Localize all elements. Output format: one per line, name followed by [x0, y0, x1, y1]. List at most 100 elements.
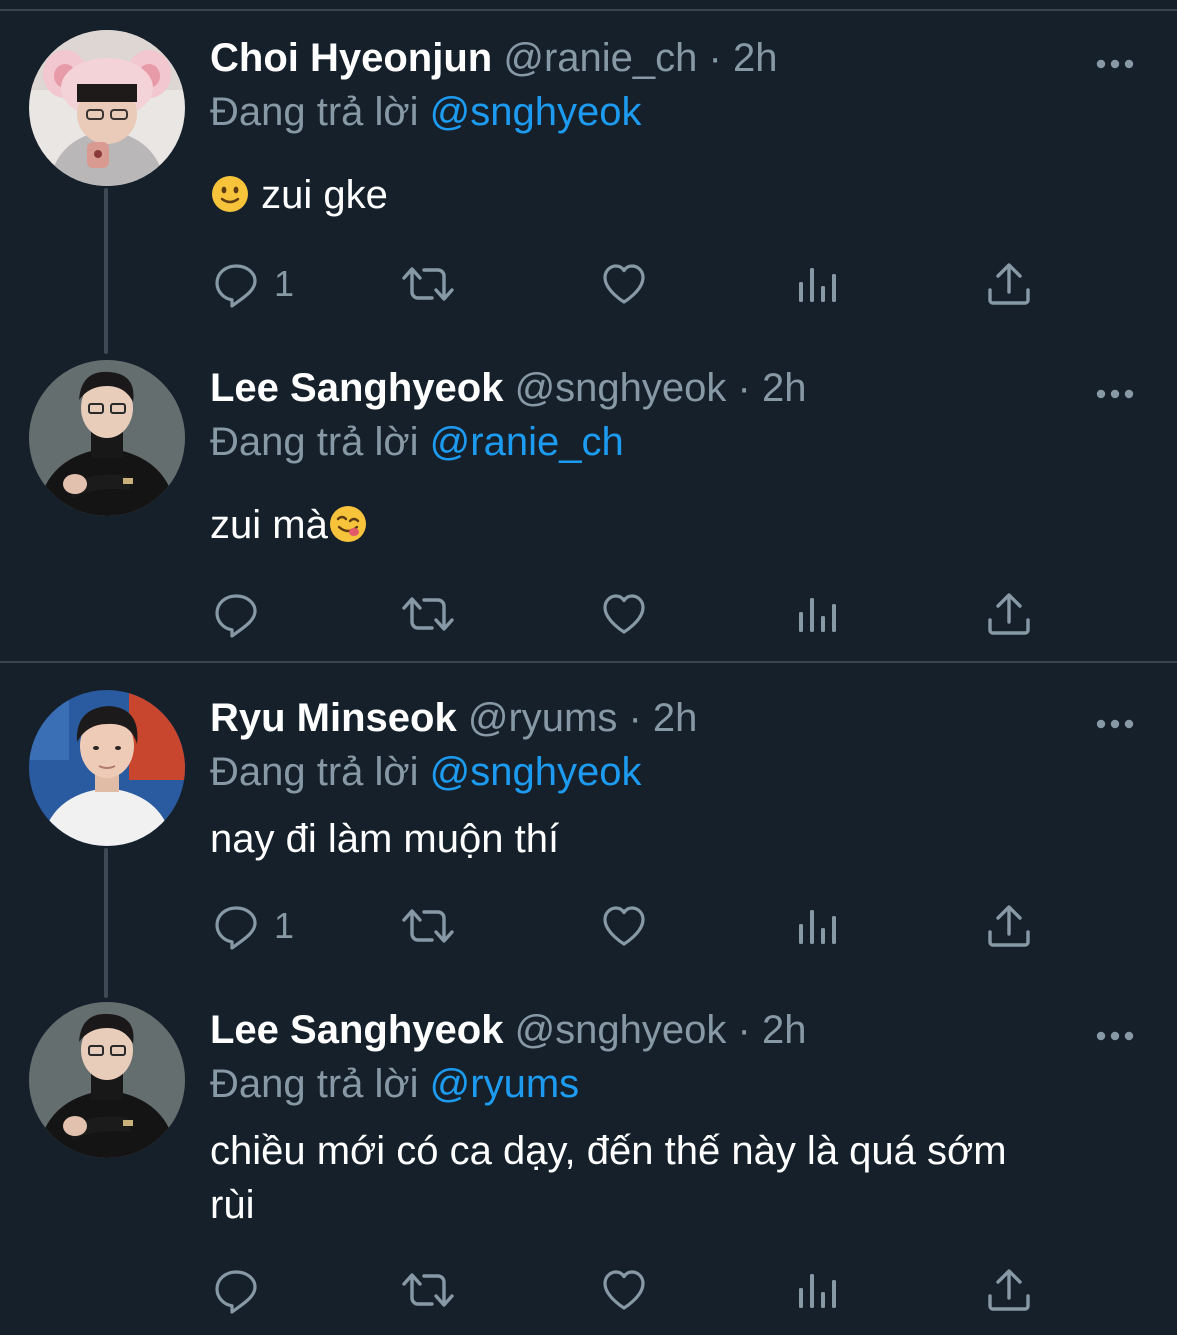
retweet-button[interactable]: [400, 256, 456, 312]
avatar[interactable]: [29, 360, 185, 516]
tweet-actions: [210, 586, 1050, 642]
reply-count: 1: [274, 905, 295, 946]
retweet-button[interactable]: [400, 1262, 456, 1318]
reply-button[interactable]: 1: [212, 898, 294, 954]
replying-to: Đang trả lời @snghyeok: [210, 746, 1137, 798]
tweet-text-line: chiều mới có ca dạy, đến thế này là quá …: [210, 1129, 1007, 1173]
avatar-white-shirt-image: [29, 690, 185, 846]
like-icon: [600, 260, 648, 308]
more-icon[interactable]: [1095, 718, 1135, 730]
top-divider: [0, 9, 1177, 11]
tweet-content: Choi Hyeonjun @ranie_ch · 2h Đang trả lờ…: [210, 30, 1137, 222]
timestamp[interactable]: 2h: [762, 366, 807, 410]
reply-button[interactable]: [212, 586, 274, 642]
separator-dot: ·: [737, 1008, 751, 1052]
mention-link[interactable]: @ryums: [430, 1062, 580, 1106]
mention-link[interactable]: @snghyeok: [430, 750, 642, 794]
like-button[interactable]: [600, 256, 648, 312]
retweet-icon: [400, 260, 456, 308]
separator-dot: ·: [628, 696, 642, 740]
analytics-button[interactable]: [794, 586, 842, 642]
slightly-smiling-face-icon: [212, 176, 248, 212]
display-name[interactable]: Choi Hyeonjun: [210, 36, 492, 80]
share-button[interactable]: [985, 586, 1033, 642]
mention-link[interactable]: @snghyeok: [430, 90, 642, 134]
retweet-icon: [400, 1266, 456, 1314]
tweet-header: Choi Hyeonjun @ranie_ch · 2h: [210, 30, 1137, 86]
tweet-header: Lee Sanghyeok @snghyeok · 2h: [210, 1002, 1137, 1058]
avatar[interactable]: [29, 690, 185, 846]
replying-to-label: Đang trả lời: [210, 750, 419, 794]
replying-to: Đang trả lời @ranie_ch: [210, 416, 1137, 468]
reply-count: 1: [274, 263, 295, 304]
share-button[interactable]: [985, 256, 1033, 312]
timestamp[interactable]: 2h: [733, 36, 778, 80]
handle[interactable]: @snghyeok: [515, 366, 727, 410]
analytics-icon: [794, 590, 842, 638]
analytics-button[interactable]: [794, 1262, 842, 1318]
timestamp[interactable]: 2h: [762, 1008, 807, 1052]
like-icon: [600, 1266, 648, 1314]
share-button[interactable]: [985, 898, 1033, 954]
display-name[interactable]: Ryu Minseok: [210, 696, 457, 740]
reply-icon: [212, 902, 260, 950]
avatar-pink-bear-ears-image: [29, 30, 185, 186]
tweet-text-content: zui gke: [261, 173, 388, 217]
thread-divider: [0, 661, 1177, 663]
retweet-icon: [400, 590, 456, 638]
tweet-text-content: nay đi làm muộn thí: [210, 817, 560, 861]
replying-to-label: Đang trả lời: [210, 420, 419, 464]
avatar[interactable]: [29, 1002, 185, 1158]
tweet-text: zui gke: [210, 168, 1137, 222]
analytics-button[interactable]: [794, 898, 842, 954]
tweet-text: chiều mới có ca dạy, đến thế này là quá …: [210, 1124, 1137, 1232]
share-icon: [985, 260, 1033, 308]
separator-dot: ·: [737, 366, 751, 410]
more-icon[interactable]: [1095, 1030, 1135, 1042]
tweet-content: Lee Sanghyeok @snghyeok · 2h Đang trả lờ…: [210, 360, 1137, 552]
display-name[interactable]: Lee Sanghyeok: [210, 366, 503, 410]
like-button[interactable]: [600, 1262, 648, 1318]
display-name[interactable]: Lee Sanghyeok: [210, 1008, 503, 1052]
reply-button[interactable]: [212, 1262, 274, 1318]
avatar-black-turtleneck-image: [29, 360, 185, 516]
retweet-button[interactable]: [400, 898, 456, 954]
tweet-content: Ryu Minseok @ryums · 2h Đang trả lời @sn…: [210, 690, 1137, 866]
reply-button[interactable]: 1: [212, 256, 294, 312]
tweet-header: Ryu Minseok @ryums · 2h: [210, 690, 1137, 746]
like-icon: [600, 590, 648, 638]
more-icon[interactable]: [1095, 388, 1135, 400]
reply-icon: [212, 1266, 260, 1314]
replying-to: Đang trả lời @snghyeok: [210, 86, 1137, 138]
thread-connector: [104, 848, 108, 998]
analytics-icon: [794, 902, 842, 950]
more-icon[interactable]: [1095, 58, 1135, 70]
face-savoring-food-icon: [329, 506, 366, 542]
reply-icon: [212, 260, 260, 308]
like-icon: [600, 902, 648, 950]
tweet-text: nay đi làm muộn thí: [210, 812, 1137, 866]
tweet-actions: 1: [210, 898, 1050, 954]
analytics-icon: [794, 1266, 842, 1314]
share-icon: [985, 1266, 1033, 1314]
tweet-text-content: zui mà: [210, 503, 328, 547]
handle[interactable]: @ranie_ch: [503, 36, 697, 80]
replying-to: Đang trả lời @ryums: [210, 1058, 1137, 1110]
tweet-content: Lee Sanghyeok @snghyeok · 2h Đang trả lờ…: [210, 1002, 1137, 1232]
tweet-actions: 1: [210, 256, 1050, 312]
analytics-button[interactable]: [794, 256, 842, 312]
share-icon: [985, 590, 1033, 638]
share-icon: [985, 902, 1033, 950]
share-button[interactable]: [985, 1262, 1033, 1318]
retweet-icon: [400, 902, 456, 950]
mention-link[interactable]: @ranie_ch: [430, 420, 624, 464]
like-button[interactable]: [600, 586, 648, 642]
handle[interactable]: @ryums: [468, 696, 618, 740]
separator-dot: ·: [708, 36, 722, 80]
like-button[interactable]: [600, 898, 648, 954]
tweet-actions: [210, 1262, 1050, 1318]
timestamp[interactable]: 2h: [653, 696, 698, 740]
retweet-button[interactable]: [400, 586, 456, 642]
handle[interactable]: @snghyeok: [515, 1008, 727, 1052]
avatar[interactable]: [29, 30, 185, 186]
